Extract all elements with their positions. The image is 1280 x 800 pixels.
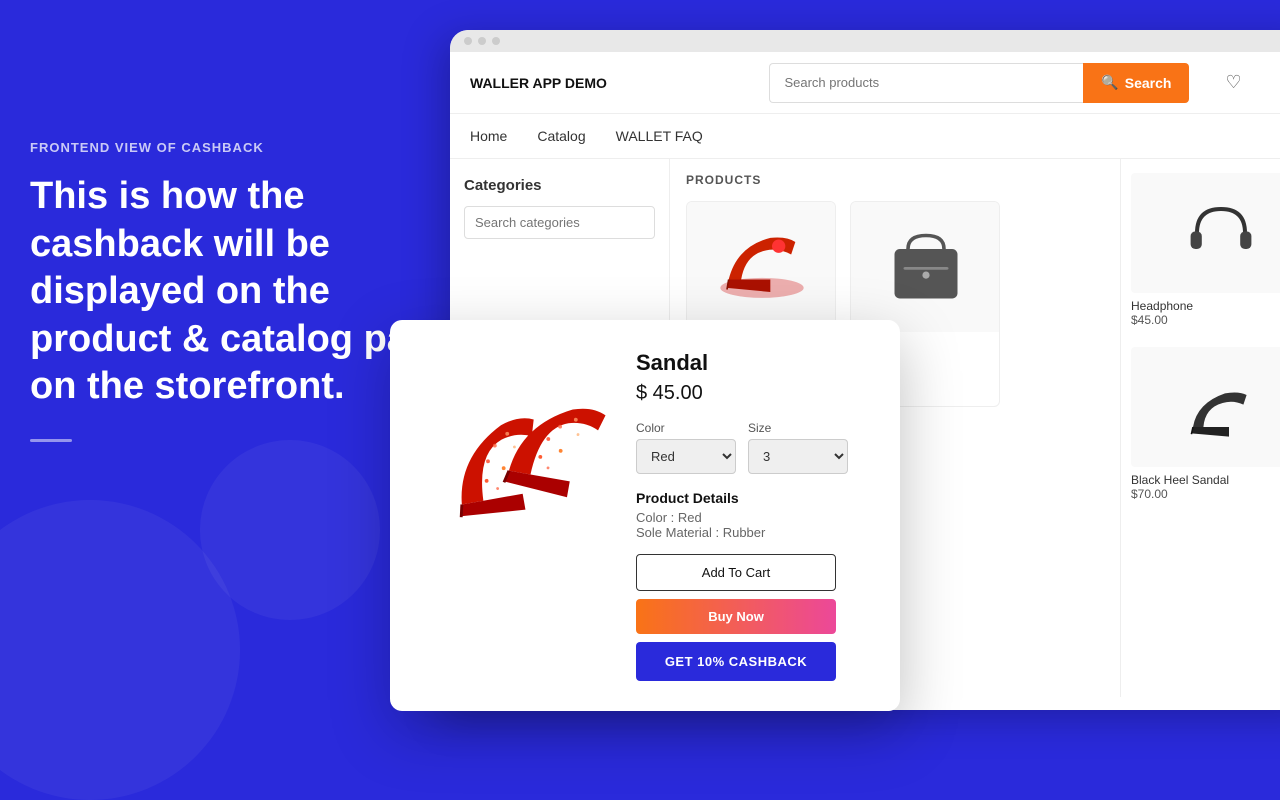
- right-products: Headphone $45.00 Black Heel Sandal $70.0…: [1120, 159, 1280, 697]
- color-option-wrapper: Color Red: [636, 421, 736, 474]
- wishlist-icon[interactable]: ♡: [1225, 72, 1241, 93]
- product-image-bag: [851, 202, 1000, 332]
- decorative-circle-2: [200, 440, 380, 620]
- product-modal: Sandal $ 45.00 Color Red Size 3 Product …: [390, 320, 900, 711]
- modal-title: Sandal: [636, 350, 872, 376]
- store-logo: WALLER APP DEMO: [470, 75, 607, 91]
- product-image-sandal: [687, 202, 836, 332]
- search-icon: 🔍: [1101, 74, 1118, 91]
- modal-product-image: [418, 350, 618, 550]
- category-search-input[interactable]: [464, 206, 655, 239]
- search-wrapper: 🔍 Search: [769, 63, 1189, 103]
- search-input[interactable]: [769, 63, 1083, 103]
- device-dot-2: [478, 37, 486, 45]
- right-product-price-headphone: $45.00: [1131, 313, 1280, 327]
- right-product-name-heel: Black Heel Sandal: [1131, 473, 1280, 487]
- sidebar-title: Categories: [464, 177, 655, 194]
- right-product-image-heel: [1131, 347, 1280, 467]
- add-to-cart-button[interactable]: Add To Cart: [636, 554, 836, 591]
- left-divider: [30, 439, 72, 442]
- device-top-bar: [450, 30, 1280, 52]
- store-nav: Home Catalog WALLET FAQ: [450, 114, 1280, 159]
- nav-catalog[interactable]: Catalog: [537, 114, 585, 158]
- color-select[interactable]: Red: [636, 439, 736, 474]
- search-button[interactable]: 🔍 Search: [1083, 63, 1189, 103]
- search-button-label: Search: [1125, 75, 1172, 91]
- detail-color-line: Color : Red: [636, 510, 872, 525]
- right-product-image-headphone: [1131, 173, 1280, 293]
- right-product-heel[interactable]: Black Heel Sandal $70.00: [1131, 347, 1280, 501]
- left-subtitle: FRONTEND VIEW OF CASHBACK: [30, 140, 460, 155]
- modal-price: $ 45.00: [636, 382, 872, 405]
- size-select[interactable]: 3: [748, 439, 848, 474]
- products-label: PRODUCTS: [686, 173, 1104, 187]
- buy-now-button[interactable]: Buy Now: [636, 599, 836, 634]
- color-label: Color: [636, 421, 736, 435]
- modal-actions: Add To Cart Buy Now GET 10% CASHBACK: [636, 554, 872, 681]
- right-product-name-headphone: Headphone: [1131, 299, 1280, 313]
- product-details-title: Product Details: [636, 490, 872, 506]
- modal-details: Sandal $ 45.00 Color Red Size 3 Product …: [618, 350, 872, 681]
- detail-sole-line: Sole Material : Rubber: [636, 525, 872, 540]
- device-dot-1: [464, 37, 472, 45]
- device-dot-3: [492, 37, 500, 45]
- size-label: Size: [748, 421, 848, 435]
- modal-options: Color Red Size 3: [636, 421, 872, 474]
- modal-cashback-button[interactable]: GET 10% CASHBACK: [636, 642, 836, 681]
- right-product-headphone[interactable]: Headphone $45.00: [1131, 173, 1280, 327]
- nav-home[interactable]: Home: [470, 114, 507, 158]
- nav-wallet-faq[interactable]: WALLET FAQ: [616, 114, 703, 158]
- right-product-price-heel: $70.00: [1131, 487, 1280, 501]
- size-option-wrapper: Size 3: [748, 421, 848, 474]
- store-header: WALLER APP DEMO 🔍 Search ♡ 👤: [450, 52, 1280, 114]
